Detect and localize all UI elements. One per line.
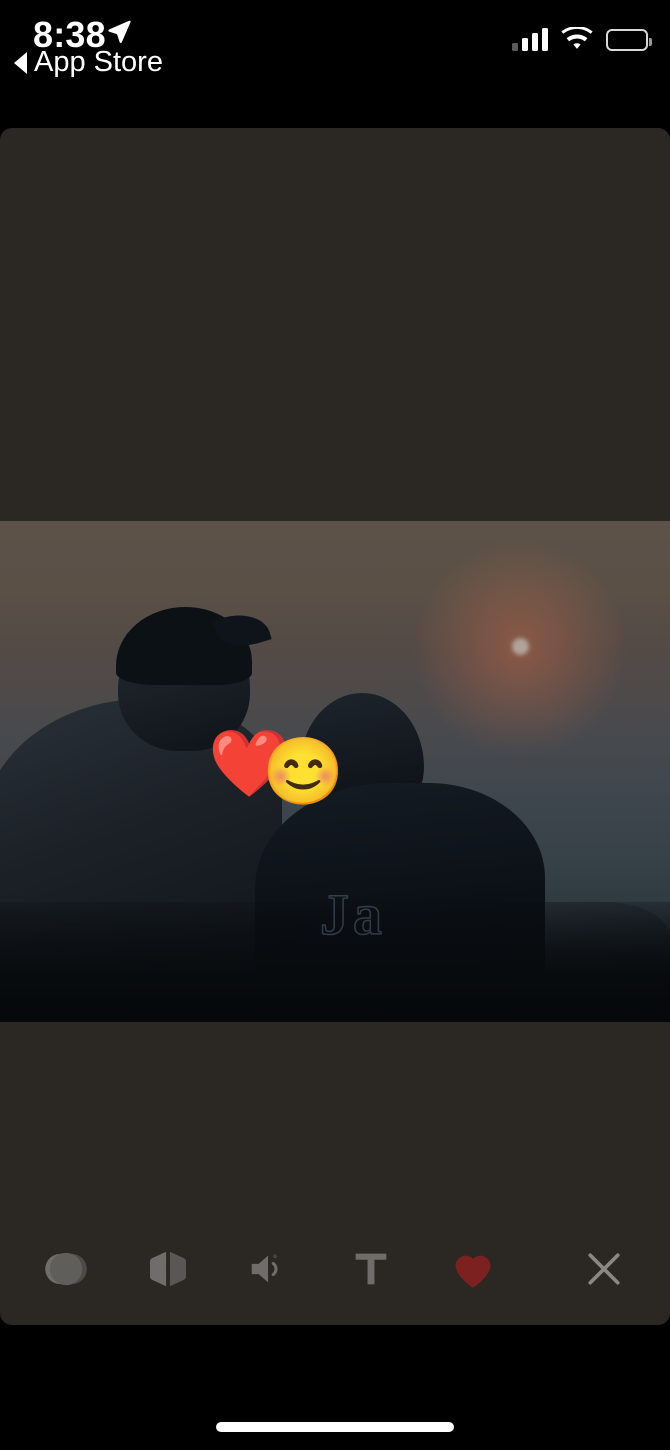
photo-editor-canvas: Ja [0,128,670,1325]
back-to-app-store-button[interactable]: App Store [14,46,163,79]
phone-screen: 8:38 App Store Ja ❤️ 😊 [0,0,670,1450]
text-tool-button[interactable] [335,1233,407,1305]
back-triangle-icon [14,51,27,74]
editor-toolbar [0,1224,670,1314]
home-indicator[interactable] [216,1422,454,1432]
smiling-face-emoji-sticker[interactable]: 😊 [262,738,344,804]
shirt-print-text: Ja [320,881,386,948]
favorite-tool-button[interactable] [437,1233,509,1305]
filter-icon [44,1252,87,1286]
close-editor-button[interactable] [568,1233,640,1305]
mute-speaker-icon [252,1254,278,1283]
back-label: App Store [34,46,163,78]
text-tool-icon [355,1253,387,1285]
sun-dot [512,638,529,655]
close-icon [588,1253,620,1285]
battery-icon [606,29,652,51]
wifi-icon [561,27,593,49]
mute-tool-button[interactable] [233,1233,305,1305]
mirror-flip-tool-button[interactable] [132,1233,204,1305]
mirror-flip-icon [149,1251,186,1287]
status-bar: 8:38 App Store [0,0,670,128]
cellular-signal-icon [512,27,548,51]
status-bar-indicators [512,27,652,51]
heart-icon [455,1255,491,1288]
filter-tool-button[interactable] [30,1233,102,1305]
location-arrow-icon [108,20,131,43]
